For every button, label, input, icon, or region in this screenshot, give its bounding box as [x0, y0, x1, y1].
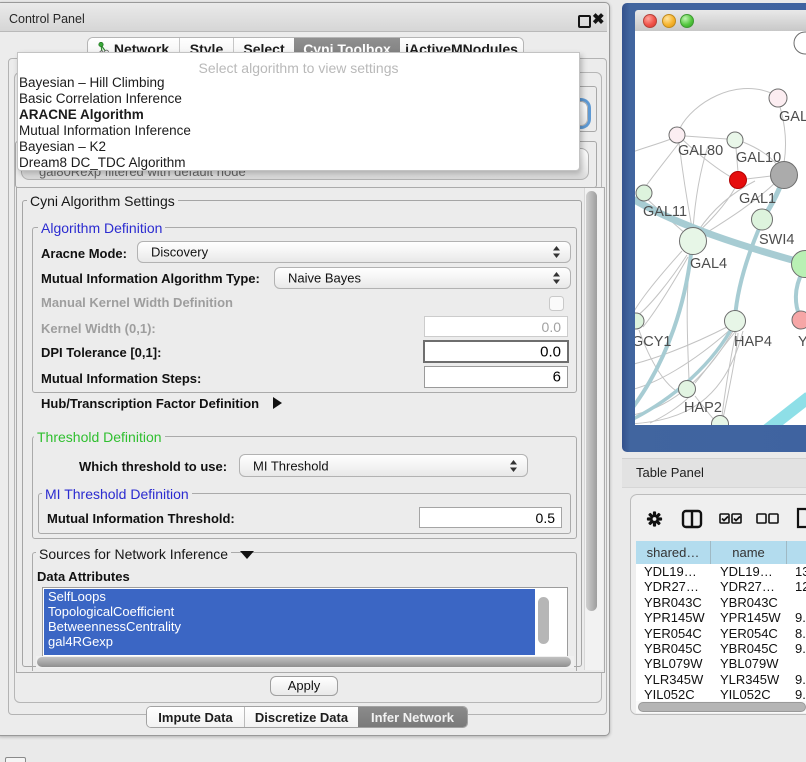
svg-text:SWI4: SWI4: [759, 232, 794, 248]
svg-text:GAL1: GAL1: [739, 191, 776, 207]
svg-text:GAL4: GAL4: [690, 256, 727, 272]
svg-text:HAP4: HAP4: [734, 334, 772, 350]
svg-text:GAL80: GAL80: [678, 143, 723, 159]
svg-text:HAP2: HAP2: [684, 400, 722, 416]
svg-text:GAL10: GAL10: [736, 150, 781, 166]
svg-text:GCY1: GCY1: [635, 334, 672, 350]
svg-text:Y: Y: [798, 334, 806, 350]
svg-text:GAL11: GAL11: [643, 204, 687, 220]
svg-text:GAL8: GAL8: [779, 109, 806, 125]
